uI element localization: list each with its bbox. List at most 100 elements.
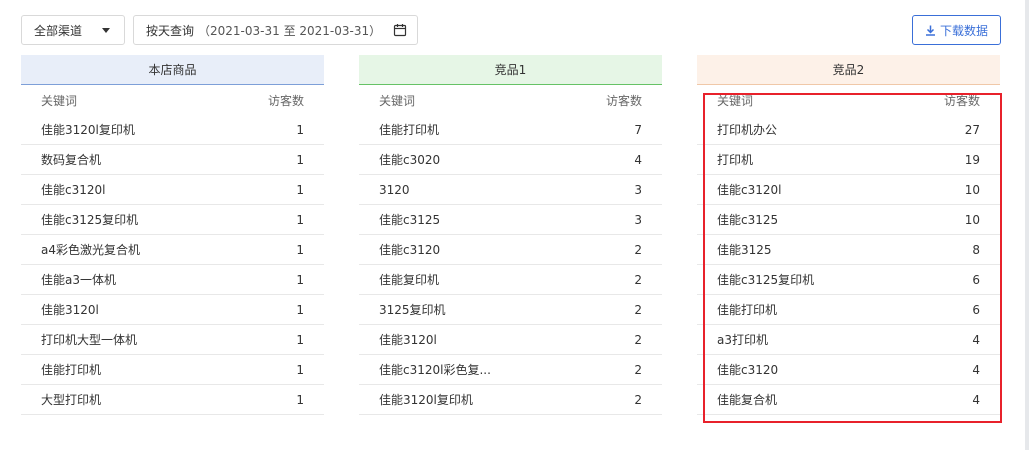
- visitors-cell: 1: [296, 242, 304, 257]
- keyword-cell: 佳能c3120: [379, 243, 441, 257]
- keyword-cell: 打印机办公: [717, 123, 778, 137]
- panel-store-products: 本店商品 关键词 访客数 佳能3120l复印机 1 数码复合机 1 佳能c3120l 1 佳…: [21, 55, 324, 415]
- table-row: 佳能c3120l 1: [21, 175, 324, 205]
- keyword-cell: a3打印机: [717, 333, 768, 347]
- column-visitors: 访客数: [267, 93, 304, 108]
- visitors-cell: 2: [634, 272, 642, 287]
- visitors-cell: 1: [296, 392, 304, 407]
- visitors-cell: 7: [634, 122, 642, 137]
- caret-down-icon: [102, 28, 110, 33]
- calendar-icon: [393, 24, 407, 37]
- visitors-cell: 10: [964, 182, 980, 197]
- table-row: 佳能a3一体机 1: [21, 265, 324, 295]
- table-row: 佳能打印机 6: [697, 295, 1000, 325]
- keyword-cell: a4彩色激光复合机: [41, 243, 140, 257]
- panel-competitor-2: 竞品2 关键词 访客数 打印机办公 27 打印机 19 佳能c3120l 10 佳能c312…: [697, 55, 1000, 415]
- panel-title: 竞品2: [697, 55, 1000, 85]
- table-row: 佳能3120l 1: [21, 295, 324, 325]
- column-visitors: 访客数: [943, 93, 980, 108]
- visitors-cell: 1: [296, 302, 304, 317]
- column-keyword: 关键词: [717, 93, 754, 108]
- keyword-cell: 佳能a3一体机: [41, 273, 116, 287]
- keyword-cell: 打印机: [717, 153, 754, 167]
- keyword-cell: 大型打印机: [41, 393, 102, 407]
- visitors-cell: 2: [634, 332, 642, 347]
- keyword-cell: 佳能3125: [717, 243, 772, 257]
- table-row: 佳能c3125复印机 6: [697, 265, 1000, 295]
- visitors-cell: 4: [634, 152, 642, 167]
- visitors-cell: 6: [972, 302, 980, 317]
- date-query-picker[interactable]: 按天查询 （2021-03-31 至 2021-03-31）: [133, 15, 418, 45]
- keyword-cell: 佳能c3120l: [41, 183, 106, 197]
- table-row: 佳能3120l 2: [359, 325, 662, 355]
- table-header: 关键词 访客数: [697, 85, 1000, 115]
- table-row: 佳能3120l复印机 1: [21, 115, 324, 145]
- visitors-cell: 4: [972, 392, 980, 407]
- visitors-cell: 1: [296, 152, 304, 167]
- visitors-cell: 27: [964, 122, 980, 137]
- column-visitors: 访客数: [605, 93, 642, 108]
- table-row: 3125复印机 2: [359, 295, 662, 325]
- table-header: 关键词 访客数: [359, 85, 662, 115]
- table-row: 佳能c3120l彩色复... 2: [359, 355, 662, 385]
- download-data-label: 下载数据: [939, 23, 988, 38]
- table-row: 佳能c3020 4: [359, 145, 662, 175]
- table-row: 佳能打印机 7: [359, 115, 662, 145]
- keyword-cell: 佳能c3125复印机: [717, 273, 815, 287]
- visitors-cell: 1: [296, 362, 304, 377]
- keyword-cell: 佳能c3120l: [717, 183, 782, 197]
- table-row: 佳能c3120 4: [697, 355, 1000, 385]
- column-keyword: 关键词: [379, 93, 416, 108]
- visitors-cell: 1: [296, 122, 304, 137]
- table-row: 佳能c3120l 10: [697, 175, 1000, 205]
- table-row: 3120 3: [359, 175, 662, 205]
- table-header: 关键词 访客数: [21, 85, 324, 115]
- keyword-cell: 佳能3120l: [41, 303, 99, 317]
- visitors-cell: 1: [296, 182, 304, 197]
- keyword-cell: 佳能c3125: [717, 213, 779, 227]
- visitors-cell: 19: [964, 152, 980, 167]
- keyword-cell: 佳能打印机: [41, 363, 102, 377]
- keyword-cell: 佳能3120l复印机: [41, 123, 135, 137]
- table-row: 佳能复合机 4: [697, 385, 1000, 415]
- visitors-cell: 4: [972, 332, 980, 347]
- table-row: 佳能c3125 10: [697, 205, 1000, 235]
- column-keyword: 关键词: [41, 93, 78, 108]
- keyword-cell: 佳能c3120l彩色复...: [379, 363, 491, 377]
- keyword-cell: 佳能c3020: [379, 153, 441, 167]
- table-row: 佳能打印机 1: [21, 355, 324, 385]
- visitors-cell: 2: [634, 302, 642, 317]
- channel-select[interactable]: 全部渠道: [21, 15, 125, 45]
- keyword-cell: 佳能c3125: [379, 213, 441, 227]
- keyword-cell: 佳能复印机: [379, 273, 440, 287]
- panel-competitor-1: 竞品1 关键词 访客数 佳能打印机 7 佳能c3020 4 3120 3 佳能c3125 3 佳…: [359, 55, 662, 415]
- table-row: 数码复合机 1: [21, 145, 324, 175]
- visitors-cell: 1: [296, 272, 304, 287]
- keyword-cell: 佳能打印机: [379, 123, 440, 137]
- visitors-cell: 4: [972, 362, 980, 377]
- visitors-cell: 2: [634, 392, 642, 407]
- panel-title: 竞品1: [359, 55, 662, 85]
- table-row: 佳能复印机 2: [359, 265, 662, 295]
- table-row: 佳能c3125复印机 1: [21, 205, 324, 235]
- keyword-cell: 打印机大型一体机: [41, 333, 138, 347]
- download-icon: [925, 25, 935, 36]
- visitors-cell: 8: [972, 242, 980, 257]
- table-row: 大型打印机 1: [21, 385, 324, 415]
- visitors-cell: 10: [964, 212, 980, 227]
- table-row: 打印机 19: [697, 145, 1000, 175]
- visitors-cell: 3: [634, 182, 642, 197]
- keyword-cell: 数码复合机: [41, 153, 102, 167]
- visitors-cell: 1: [296, 332, 304, 347]
- channel-select-value: 全部渠道: [34, 23, 83, 38]
- visitors-cell: 2: [634, 242, 642, 257]
- visitors-cell: 1: [296, 212, 304, 227]
- date-range-text: （2021-03-31 至 2021-03-31）: [198, 23, 382, 38]
- keyword-cell: 佳能c3125复印机: [41, 213, 139, 227]
- table-row: 佳能c3120 2: [359, 235, 662, 265]
- download-data-button[interactable]: 下载数据: [912, 15, 1001, 45]
- table-row: 打印机办公 27: [697, 115, 1000, 145]
- keyword-cell: 佳能c3120: [717, 363, 779, 377]
- table-row: 佳能c3125 3: [359, 205, 662, 235]
- table-row: 佳能3125 8: [697, 235, 1000, 265]
